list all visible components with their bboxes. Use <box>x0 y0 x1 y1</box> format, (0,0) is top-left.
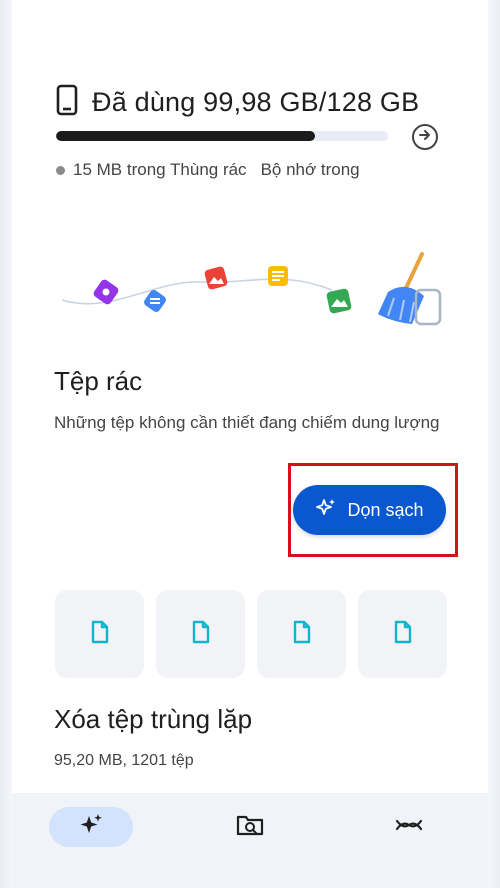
clean-button[interactable]: Dọn sạch <box>293 485 446 535</box>
note-file-icon <box>268 266 288 286</box>
storage-summary[interactable]: Đã dùng 99,98 GB/128 GB <box>56 84 419 121</box>
junk-files-title: Tệp rác <box>54 366 143 396</box>
trash-size-text: 15 MB trong Thùng rác <box>73 160 247 179</box>
storage-location-text: Bộ nhớ trong <box>260 160 360 179</box>
nav-item-browse[interactable] <box>190 793 310 888</box>
nav-item-clean[interactable] <box>31 793 151 888</box>
nav-pill-clean <box>49 807 134 847</box>
nav-pill-share <box>367 807 451 847</box>
storage-subtitle: 15 MB trong Thùng rác Bộ nhớ trong <box>56 160 360 180</box>
storage-used-text: Đã dùng 99,98 GB/128 GB <box>92 87 420 117</box>
link-file-icon <box>93 279 119 305</box>
broom-icon <box>378 252 442 326</box>
arrow-right-icon <box>418 128 432 147</box>
files-screen: Đã dùng 99,98 GB/128 GB 15 MB trong Thùn… <box>12 0 488 888</box>
document-icon <box>90 620 110 649</box>
nav-item-share[interactable] <box>349 793 469 888</box>
sparkle-icon <box>315 497 337 524</box>
storage-progress-bar <box>56 131 388 141</box>
sparkle-icon <box>78 812 104 843</box>
dot-icon <box>56 165 65 175</box>
image-file-icon-green <box>326 288 352 314</box>
share-icon <box>395 815 423 840</box>
storage-progress-fill <box>56 131 315 141</box>
left-edge <box>0 0 12 888</box>
document-icon <box>191 620 211 649</box>
document-icon <box>393 620 413 649</box>
right-edge <box>488 0 500 888</box>
duplicate-files-summary: 95,20 MB, 1201 tệp <box>54 752 194 769</box>
bottom-navigation <box>12 793 488 888</box>
clean-button-label: Dọn sạch <box>347 499 424 520</box>
image-file-icon-red <box>204 266 228 290</box>
document-icon <box>292 620 312 649</box>
file-thumbnail[interactable] <box>156 590 245 678</box>
file-thumbnail[interactable] <box>55 590 144 678</box>
file-thumbnail[interactable] <box>358 590 447 678</box>
junk-files-description: Những tệp không cần thiết đang chiếm dun… <box>54 413 440 432</box>
duplicate-files-title[interactable]: Xóa tệp trùng lặp <box>54 704 252 735</box>
storage-details-button[interactable] <box>412 124 438 150</box>
file-thumbnail[interactable] <box>257 590 346 678</box>
phone-icon <box>56 84 78 121</box>
nav-pill-browse <box>208 807 292 847</box>
cleanup-illustration <box>12 240 488 340</box>
junk-file-thumbnails <box>55 590 447 678</box>
browse-folder-icon <box>236 813 264 842</box>
